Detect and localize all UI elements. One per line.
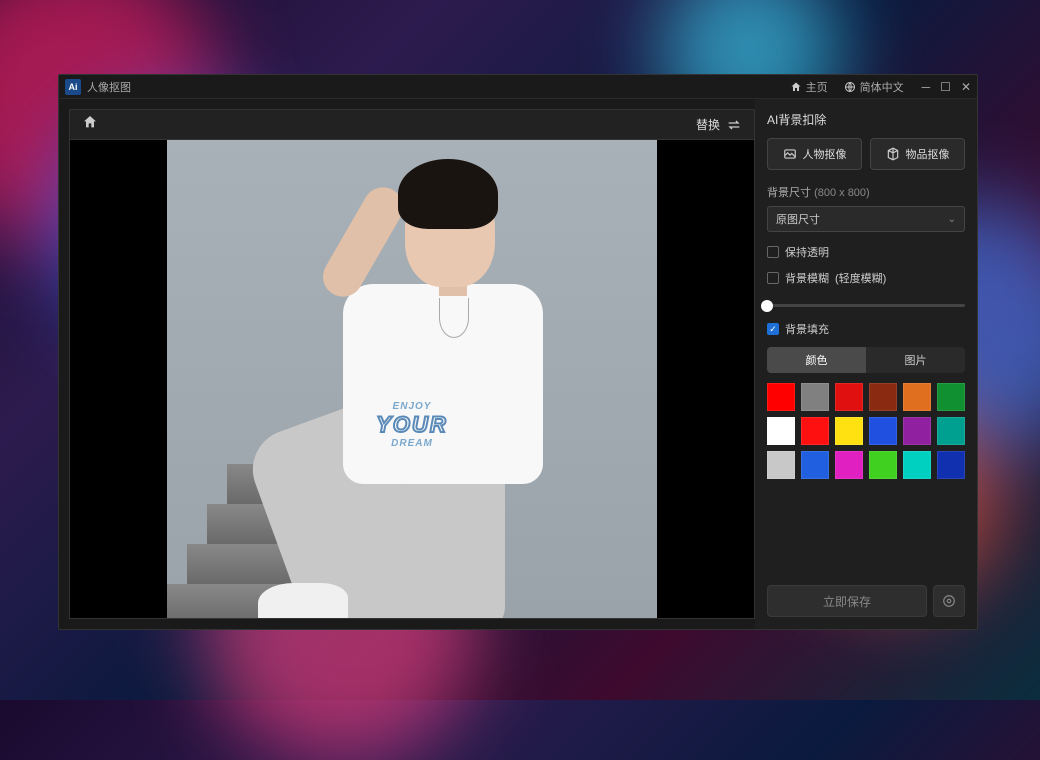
save-options-button[interactable] [933,585,965,617]
home-link[interactable]: 主页 [782,79,836,95]
cube-icon [886,147,900,161]
color-swatch[interactable] [903,383,931,411]
color-swatch[interactable] [937,383,965,411]
tshirt-text-bottom: DREAM [376,438,448,449]
blur-slider[interactable] [767,304,965,307]
object-matting-button[interactable]: 物品抠像 [870,138,965,170]
minimize-button[interactable]: ─ [922,81,931,93]
color-swatch[interactable] [835,383,863,411]
color-swatch[interactable] [801,417,829,445]
color-swatch[interactable] [869,417,897,445]
bg-blur-checkbox[interactable]: 背景模糊 (轻度模糊) [767,270,965,286]
tab-color[interactable]: 颜色 [767,347,866,373]
checkbox-unchecked-icon [767,272,779,284]
titlebar: Ai 人像抠图 主页 简体中文 ─ ☐ ✕ [59,75,977,99]
bg-size-value: (800 x 800) [814,187,870,199]
swap-icon [726,119,742,131]
image-icon [783,147,797,161]
maximize-button[interactable]: ☐ [940,81,951,93]
bg-fill-label: 背景填充 [785,321,829,337]
checkbox-unchecked-icon [767,246,779,258]
size-select[interactable]: 原图尺寸 ⌄ [767,206,965,232]
person-matting-button[interactable]: 人物抠像 [767,138,862,170]
checkbox-checked-icon: ✓ [767,323,779,335]
color-swatch[interactable] [937,417,965,445]
tab-image[interactable]: 图片 [866,347,965,373]
color-swatch[interactable] [903,417,931,445]
color-swatches [767,383,965,479]
color-swatch[interactable] [835,417,863,445]
color-swatch[interactable] [869,451,897,479]
color-swatch[interactable] [937,451,965,479]
color-swatch[interactable] [767,451,795,479]
globe-icon [844,81,856,93]
bg-fill-checkbox[interactable]: ✓ 背景填充 [767,321,965,337]
language-select[interactable]: 简体中文 [836,79,912,95]
keep-transparent-label: 保持透明 [785,244,829,260]
app-icon: Ai [65,79,81,95]
gear-icon [942,594,956,608]
bg-blur-hint: (轻度模糊) [835,270,886,286]
panel-title: AI背景扣除 [767,111,965,128]
preview-image: ENJOY YOUR DREAM [167,139,657,619]
canvas-home-button[interactable] [82,114,98,135]
person-matting-label: 人物抠像 [803,146,847,162]
canvas-pane: 替换 [59,99,755,629]
tshirt-text-main: YOUR [376,412,448,438]
keep-transparent-checkbox[interactable]: 保持透明 [767,244,965,260]
save-button[interactable]: 立即保存 [767,585,927,617]
fill-tabbar: 颜色 图片 [767,347,965,373]
color-swatch[interactable] [767,383,795,411]
replace-button[interactable]: 替换 [696,116,742,133]
slider-thumb[interactable] [761,300,773,312]
color-swatch[interactable] [903,451,931,479]
size-select-value: 原图尺寸 [776,211,820,227]
color-swatch[interactable] [767,417,795,445]
side-panel: AI背景扣除 人物抠像 物品抠像 背景尺寸 (800 x 800) 原图尺寸 ⌄ [755,99,977,629]
canvas-toolbar: 替换 [69,109,755,139]
app-title: 人像抠图 [87,79,131,95]
close-button[interactable]: ✕ [961,81,971,93]
bg-blur-label: 背景模糊 [785,270,829,286]
replace-label: 替换 [696,116,720,133]
color-swatch[interactable] [801,451,829,479]
app-window: Ai 人像抠图 主页 简体中文 ─ ☐ ✕ 替换 [58,74,978,630]
home-label: 主页 [806,79,828,95]
color-swatch[interactable] [869,383,897,411]
chevron-down-icon: ⌄ [948,214,956,225]
color-swatch[interactable] [801,383,829,411]
home-icon [790,81,802,93]
tshirt-text-top: ENJOY [376,401,448,412]
home-icon [82,114,98,130]
color-swatch[interactable] [835,451,863,479]
language-label: 简体中文 [860,79,904,95]
object-matting-label: 物品抠像 [906,146,950,162]
canvas-frame[interactable]: ENJOY YOUR DREAM [69,139,755,619]
bg-size-label: 背景尺寸 (800 x 800) [767,184,965,200]
